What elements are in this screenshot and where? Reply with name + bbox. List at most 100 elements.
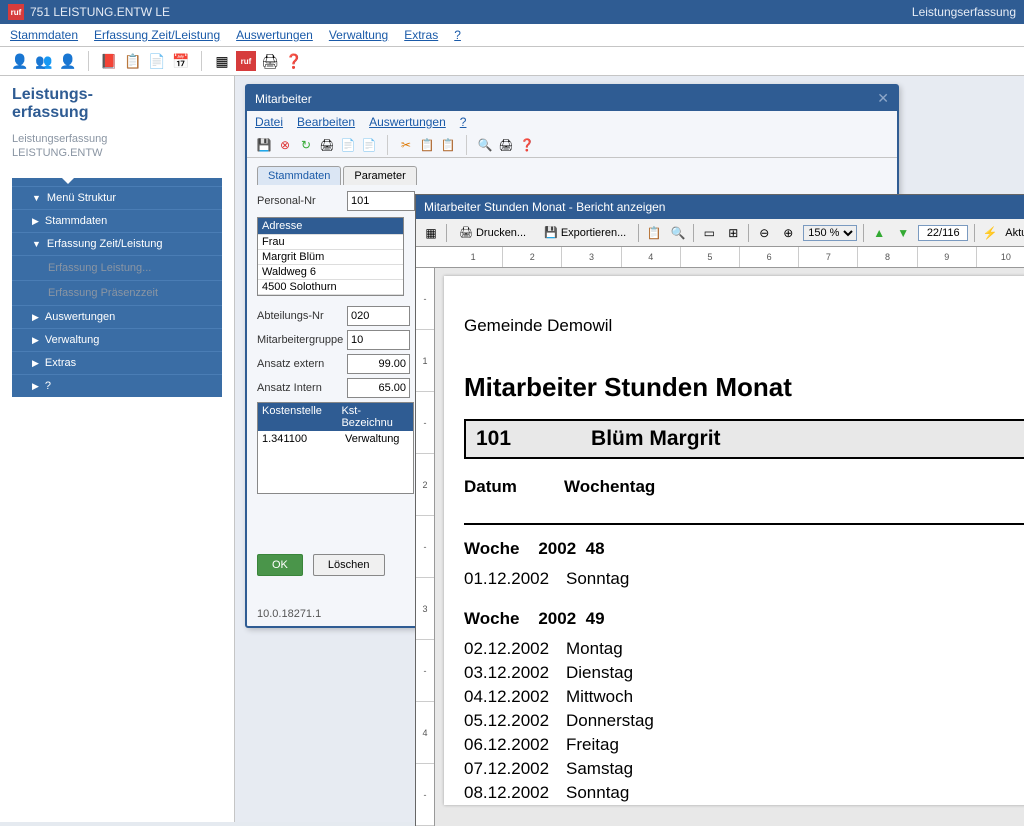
help-icon[interactable]: ❓ bbox=[284, 51, 304, 71]
ruler-horizontal: 12345678910 bbox=[416, 247, 1024, 268]
data-row: 08.12.2002Sonntag0.00 bbox=[464, 781, 1024, 805]
nav-erfassung[interactable]: ▼Erfassung Zeit/Leistung bbox=[12, 232, 222, 255]
menu-verwaltung[interactable]: Verwaltung bbox=[329, 28, 388, 42]
book-red-icon[interactable]: 📕 bbox=[99, 51, 119, 71]
page-prev-icon[interactable]: 📄 bbox=[339, 136, 357, 154]
refresh-icon[interactable]: ↻ bbox=[297, 136, 315, 154]
menu-help[interactable]: ? bbox=[454, 28, 461, 42]
user-icon[interactable]: 👤 bbox=[10, 51, 30, 71]
nav-auswertungen[interactable]: ▶Auswertungen bbox=[12, 305, 222, 328]
page-up-icon[interactable]: ▲ bbox=[870, 224, 888, 242]
mit-menu-auswertungen[interactable]: Auswertungen bbox=[369, 115, 446, 129]
tab-parameter[interactable]: Parameter bbox=[343, 166, 416, 185]
sidebar: Leistungs- erfassung Leistungserfassung … bbox=[0, 76, 235, 822]
nav-help[interactable]: ▶? bbox=[12, 374, 222, 397]
int-input[interactable] bbox=[347, 378, 410, 398]
ruf-icon[interactable]: ruf bbox=[236, 51, 256, 71]
menu-auswertungen[interactable]: Auswertungen bbox=[236, 28, 313, 42]
page-next-icon[interactable]: 📄 bbox=[360, 136, 378, 154]
print3-icon[interactable]: 🖨 bbox=[497, 136, 515, 154]
save-icon[interactable]: 💾 bbox=[255, 136, 273, 154]
nav-extras[interactable]: ▶Extras bbox=[12, 351, 222, 374]
grid-icon[interactable]: ▦ bbox=[212, 51, 232, 71]
help2-icon[interactable]: ❓ bbox=[518, 136, 536, 154]
employee-box: 101 Blüm Margrit bbox=[464, 419, 1024, 459]
address-header: Adresse bbox=[258, 218, 403, 235]
single-page-icon[interactable]: ▭ bbox=[700, 224, 718, 242]
gruppe-input[interactable] bbox=[347, 330, 410, 350]
data-row: 01.12.2002Sonntag0.00 bbox=[464, 567, 1024, 591]
sheet-icon[interactable]: 📄 bbox=[147, 51, 167, 71]
tab-stammdaten[interactable]: Stammdaten bbox=[257, 166, 341, 185]
ruler-vertical: -1-2-3-4-5-6-7-8 bbox=[416, 268, 435, 826]
emp-id: 101 bbox=[476, 427, 511, 451]
nav-verwaltung[interactable]: ▶Verwaltung bbox=[12, 328, 222, 351]
page-input[interactable] bbox=[918, 225, 968, 241]
paste-icon[interactable]: 📋 bbox=[439, 136, 457, 154]
zoom-select[interactable]: 150 % bbox=[803, 225, 857, 241]
data-row: 04.12.2002Mittwoch4.20 bbox=[464, 685, 1024, 709]
nav-header[interactable]: ▼Menü Struktur bbox=[12, 186, 222, 209]
app-code: 751 bbox=[30, 5, 50, 19]
list-icon[interactable]: 📋 bbox=[123, 51, 143, 71]
zoom-in-icon[interactable]: ⊕ bbox=[779, 224, 797, 242]
abteilung-input[interactable] bbox=[347, 306, 410, 326]
search-icon[interactable]: 🔍 bbox=[476, 136, 494, 154]
multi-page-icon[interactable]: ⊞ bbox=[724, 224, 742, 242]
app-icon: ruf bbox=[8, 4, 24, 20]
menu-erfassung[interactable]: Erfassung Zeit/Leistung bbox=[94, 28, 220, 42]
calendar-icon[interactable]: 📅 bbox=[171, 51, 191, 71]
personal-nr-input[interactable] bbox=[347, 191, 415, 211]
kost-val1[interactable]: 1.341100 bbox=[258, 431, 341, 447]
ok-button[interactable]: OK bbox=[257, 554, 303, 576]
mitarbeiter-title: Mitarbeiter ✕ bbox=[247, 86, 897, 111]
mit-menu-bearbeiten[interactable]: Bearbeiten bbox=[297, 115, 355, 129]
ext-label: Ansatz extern bbox=[257, 358, 347, 370]
main-toolbar: 👤 👥 👤 📕 📋 📄 📅 ▦ ruf 🖨 ❓ bbox=[0, 47, 1024, 76]
address-box: Adresse Frau Margrit Blüm Waldweg 6 4500… bbox=[257, 217, 404, 296]
app-title: LEISTUNG.ENTW LE bbox=[53, 5, 170, 19]
delete-icon[interactable]: ⊗ bbox=[276, 136, 294, 154]
col-wochentag: Wochentag bbox=[564, 477, 1024, 517]
close-icon[interactable]: ✕ bbox=[877, 90, 889, 107]
week-2: Woche 2002 49 bbox=[464, 609, 1024, 629]
report-panel: Mitarbeiter Stunden Monat - Bericht anze… bbox=[415, 194, 1024, 826]
report-org: Gemeinde Demowil bbox=[464, 316, 1024, 336]
ext-input[interactable] bbox=[347, 354, 410, 374]
print-icon[interactable]: 🖨 bbox=[260, 51, 280, 71]
zoom-out-icon[interactable]: ⊖ bbox=[755, 224, 773, 242]
report-menu-icon[interactable]: ▦ bbox=[422, 224, 440, 242]
report-page: Gemeinde Demowil Mitarbeiter Stunden Mon… bbox=[444, 276, 1024, 805]
aktu-label[interactable]: Aktu bbox=[1005, 227, 1024, 239]
data-row: 02.12.2002Montag4.20 bbox=[464, 637, 1024, 661]
copy2-icon[interactable]: 📋 bbox=[645, 224, 663, 242]
report-toolbar: ▦ 🖨 Drucken... 💾 Exportieren... 📋 🔍 ▭ ⊞ … bbox=[416, 219, 1024, 247]
sidebar-title: Leistungs- erfassung bbox=[12, 86, 222, 122]
report-title: Mitarbeiter Stunden Monat - Bericht anze… bbox=[416, 195, 1024, 219]
nav-erfassung-leistung[interactable]: Erfassung Leistung... bbox=[12, 255, 222, 280]
loeschen-button[interactable]: Löschen bbox=[313, 554, 385, 576]
menu-extras[interactable]: Extras bbox=[404, 28, 438, 42]
copy-icon[interactable]: 📋 bbox=[418, 136, 436, 154]
lightning-icon[interactable]: ⚡ bbox=[981, 224, 999, 242]
mit-menu-help[interactable]: ? bbox=[460, 115, 467, 129]
kost-val2[interactable]: Verwaltung bbox=[341, 431, 403, 447]
menu-stammdaten[interactable]: Stammdaten bbox=[10, 28, 78, 42]
sidebar-sub2: LEISTUNG.ENTW bbox=[12, 146, 222, 160]
page-area[interactable]: -1-2-3-4-5-6-7-8 Gemeinde Demowil Mitarb… bbox=[416, 268, 1024, 826]
drucken-button[interactable]: 🖨 Drucken... bbox=[453, 223, 532, 242]
nav-erfassung-praesenz[interactable]: Erfassung Präsenzzeit bbox=[12, 280, 222, 305]
user-plus-icon[interactable]: 👤 bbox=[58, 51, 78, 71]
mit-menu-datei[interactable]: Datei bbox=[255, 115, 283, 129]
nav-stammdaten[interactable]: ▶Stammdaten bbox=[12, 209, 222, 232]
export-button[interactable]: 💾 Exportieren... bbox=[538, 223, 632, 242]
cut-icon[interactable]: ✂ bbox=[397, 136, 415, 154]
users-icon[interactable]: 👥 bbox=[34, 51, 54, 71]
abteilung-label: Abteilungs-Nr bbox=[257, 310, 347, 322]
data-row: 05.12.2002Donnerstag4.20 bbox=[464, 709, 1024, 733]
kostenstelle-table: KostenstelleKst-Bezeichnu 1.341100Verwal… bbox=[257, 402, 414, 494]
data-row: 03.12.2002Dienstag4.20 bbox=[464, 661, 1024, 685]
find-icon[interactable]: 🔍 bbox=[669, 224, 687, 242]
print2-icon[interactable]: 🖨 bbox=[318, 136, 336, 154]
page-down-icon[interactable]: ▼ bbox=[894, 224, 912, 242]
